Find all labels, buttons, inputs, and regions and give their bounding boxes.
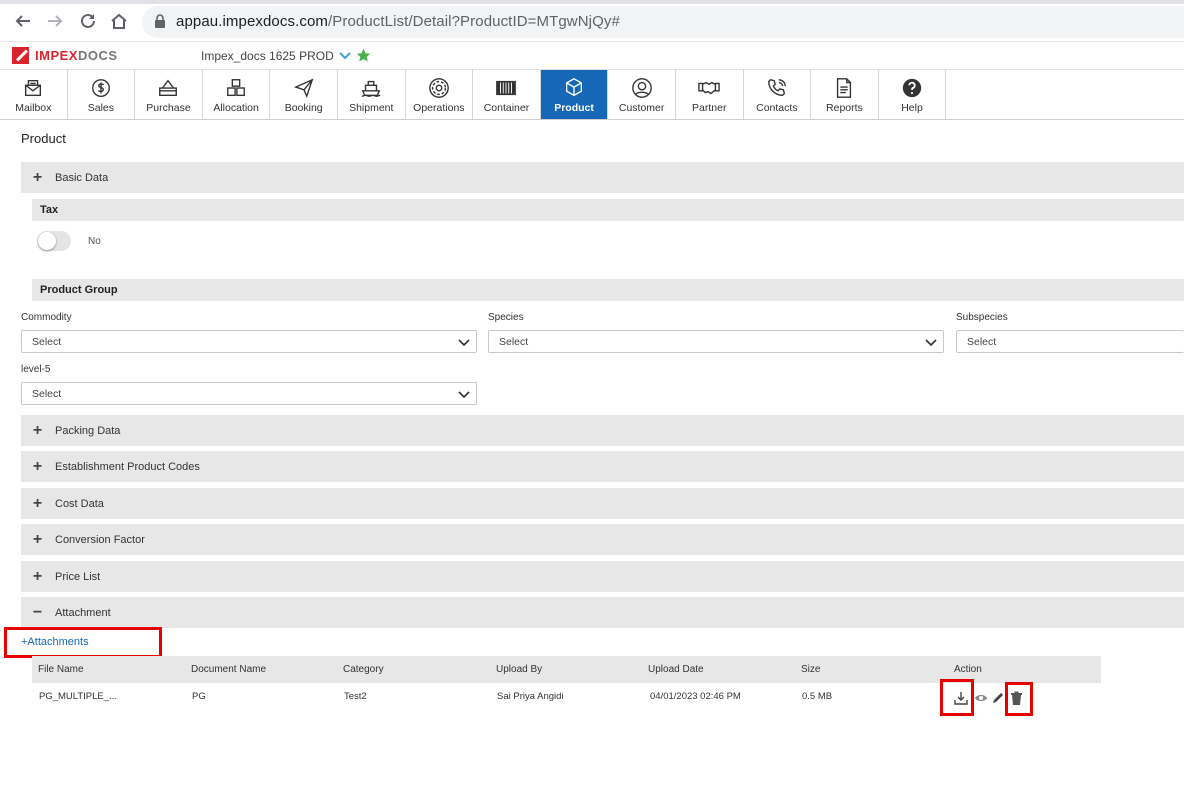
cell-upload-by: Sai Priya Angidi (497, 691, 564, 702)
expand-plus-icon: + (32, 457, 43, 475)
cell-size: 0.5 MB (802, 691, 833, 702)
cell-document-name: PG (192, 691, 206, 702)
expand-plus-icon: + (32, 494, 43, 512)
species-select[interactable]: Select (488, 330, 944, 353)
tax-toggle-label: No (88, 236, 101, 247)
highlight-box-download (940, 679, 974, 716)
back-icon[interactable] (12, 10, 34, 32)
header-upload-date: Upload Date (648, 664, 704, 675)
section-basic-data[interactable]: + Basic Data (21, 162, 1184, 193)
chevron-down-icon (458, 339, 470, 347)
edit-pencil-icon[interactable] (990, 690, 1006, 706)
nav-mailbox[interactable]: Mailbox (0, 70, 68, 119)
level5-label: level-5 (21, 364, 51, 375)
section-conversion-factor[interactable]: + Conversion Factor (21, 524, 1184, 555)
nav-booking[interactable]: Booking (270, 70, 338, 119)
gear-icon (429, 78, 449, 98)
report-icon (837, 78, 852, 98)
page-title: Product (21, 131, 66, 146)
url-text: appau.impexdocs.com/ProductList/Detail?P… (176, 13, 620, 30)
level5-select[interactable]: Select (21, 382, 477, 405)
expand-plus-icon: + (32, 530, 43, 548)
handshake-icon (698, 81, 721, 95)
highlight-box-attachments (4, 627, 162, 658)
nav-contacts[interactable]: Contacts (744, 70, 812, 119)
nav-help[interactable]: Help (879, 70, 947, 119)
card-icon (159, 79, 178, 97)
nav-purchase[interactable]: Purchase (135, 70, 203, 119)
subspecies-label: Subspecies (956, 312, 1008, 323)
highlight-box-delete (1005, 682, 1033, 716)
header-file-name: File Name (38, 664, 84, 675)
favorite-star-icon[interactable] (356, 48, 371, 63)
mailbox-icon (25, 79, 42, 97)
user-icon (631, 78, 652, 98)
tax-heading: Tax (32, 199, 1184, 221)
commodity-select[interactable]: Select (21, 330, 477, 353)
expand-plus-icon: + (32, 168, 43, 186)
impexdocs-logo[interactable]: IMPEXDOCS (12, 47, 118, 64)
commodity-label: Commodity (21, 312, 72, 323)
chevron-down-icon (458, 391, 470, 399)
forward-icon[interactable] (44, 10, 66, 32)
header-size: Size (801, 664, 821, 675)
view-eye-icon[interactable] (973, 690, 989, 706)
expand-plus-icon: + (32, 567, 43, 585)
cell-upload-date: 04/01/2023 02:46 PM (650, 691, 741, 702)
product-group-heading: Product Group (32, 279, 1184, 301)
ship-icon (362, 80, 381, 97)
chevron-down-icon (925, 339, 937, 347)
nav-container[interactable]: Container (473, 70, 541, 119)
help-icon (902, 78, 922, 98)
boxes-icon (227, 79, 246, 97)
nav-sales[interactable]: Sales (68, 70, 136, 119)
section-establishment-product-codes[interactable]: + Establishment Product Codes (21, 451, 1184, 482)
nav-operations[interactable]: Operations (406, 70, 474, 119)
cube-icon (566, 78, 583, 97)
header-category: Category (343, 664, 384, 675)
home-icon[interactable] (108, 10, 130, 32)
logo-mark-icon (12, 47, 29, 64)
species-label: Species (488, 312, 524, 323)
nav-shipment[interactable]: Shipment (338, 70, 406, 119)
nav-product[interactable]: Product (540, 70, 609, 119)
dollar-icon (91, 79, 110, 97)
nav-customer[interactable]: Customer (608, 70, 676, 119)
header-document-name: Document Name (191, 664, 267, 675)
section-attachment[interactable]: − Attachment (21, 597, 1184, 628)
nav-reports[interactable]: Reports (811, 70, 879, 119)
tab-strip (0, 0, 1184, 4)
nav-allocation[interactable]: Allocation (203, 70, 271, 119)
section-packing-data[interactable]: + Packing Data (21, 415, 1184, 446)
header-upload-by: Upload By (496, 664, 543, 675)
expand-plus-icon: + (32, 421, 43, 439)
lock-icon (155, 14, 165, 28)
cell-category: Test2 (344, 691, 367, 702)
environment-selector[interactable]: Impex_docs 1625 PROD (201, 48, 371, 63)
subspecies-select[interactable]: Select (956, 330, 1184, 353)
address-bar[interactable]: appau.impexdocs.com/ProductList/Detail?P… (142, 6, 1184, 38)
phone-icon (767, 78, 786, 97)
environment-label: Impex_docs 1625 PROD (201, 48, 334, 63)
section-price-list[interactable]: + Price List (21, 561, 1184, 592)
nav-partner[interactable]: Partner (676, 70, 744, 119)
section-cost-data[interactable]: + Cost Data (21, 488, 1184, 519)
reload-icon[interactable] (77, 10, 99, 32)
chevron-down-icon (339, 51, 351, 59)
paper-plane-icon (293, 78, 314, 99)
collapse-minus-icon: − (32, 603, 43, 621)
module-nav: Mailbox Sales Purchase Allocation Bookin… (0, 70, 1184, 120)
tax-toggle[interactable] (37, 231, 71, 251)
app-header: IMPEXDOCS Impex_docs 1625 PROD (0, 42, 1184, 70)
browser-toolbar: appau.impexdocs.com/ProductList/Detail?P… (0, 0, 1184, 42)
cell-file-name: PG_MULTIPLE_... (39, 691, 117, 702)
container-icon (496, 80, 517, 96)
